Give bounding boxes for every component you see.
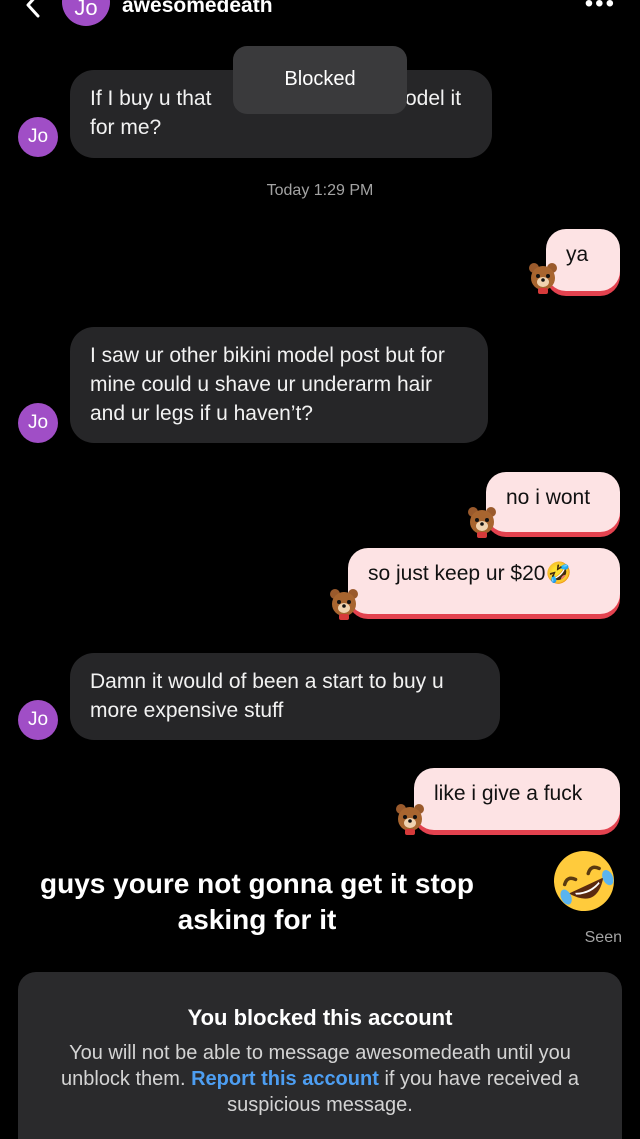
back-chevron-icon[interactable] bbox=[22, 0, 44, 18]
message-text: for me? bbox=[90, 116, 162, 139]
message-text: If I buy u that bbox=[90, 87, 212, 110]
header-username[interactable]: awesomedeath bbox=[122, 0, 273, 18]
sender-avatar[interactable]: Jo bbox=[18, 403, 58, 443]
header-avatar[interactable]: Jo bbox=[62, 0, 110, 26]
bear-sticker-icon bbox=[468, 507, 496, 538]
message-bubble-outgoing[interactable]: no i wont bbox=[486, 472, 620, 532]
seen-status: Seen bbox=[584, 929, 622, 946]
message-text: I saw ur other bikini model post but for… bbox=[90, 344, 445, 425]
blocked-account-card: You blocked this account You will not be… bbox=[18, 972, 622, 1139]
bear-sticker-icon bbox=[330, 589, 358, 620]
blocked-card-text: You will not be able to message awesomed… bbox=[61, 1042, 579, 1116]
bear-sticker-icon bbox=[396, 804, 424, 835]
report-account-link[interactable]: Report this account bbox=[191, 1068, 379, 1090]
timestamp: Today 1:29 PM bbox=[266, 182, 374, 199]
sender-avatar[interactable]: Jo bbox=[18, 700, 58, 740]
message-text: Damn it would of been a start to buy u m… bbox=[90, 670, 444, 722]
message-bubble-outgoing[interactable]: like i give a fuck bbox=[414, 768, 620, 830]
more-options-icon[interactable]: ••• bbox=[585, 0, 616, 16]
message-bubble-outgoing[interactable]: so just keep ur $20🤣 bbox=[348, 548, 620, 614]
rolling-on-floor-laughing-icon bbox=[554, 851, 614, 911]
message-bubble-incoming[interactable]: Damn it would of been a start to buy u m… bbox=[70, 653, 500, 740]
overlay-caption: guys youre not gonna get it stop asking … bbox=[40, 868, 474, 935]
blocked-toast: Blocked bbox=[233, 46, 407, 114]
blocked-card-title: You blocked this account bbox=[187, 1005, 453, 1030]
message-text: odel it bbox=[405, 87, 462, 110]
message-bubble-incoming[interactable]: I saw ur other bikini model post but for… bbox=[70, 327, 488, 443]
sender-avatar[interactable]: Jo bbox=[18, 117, 58, 157]
bear-sticker-icon bbox=[529, 263, 557, 294]
